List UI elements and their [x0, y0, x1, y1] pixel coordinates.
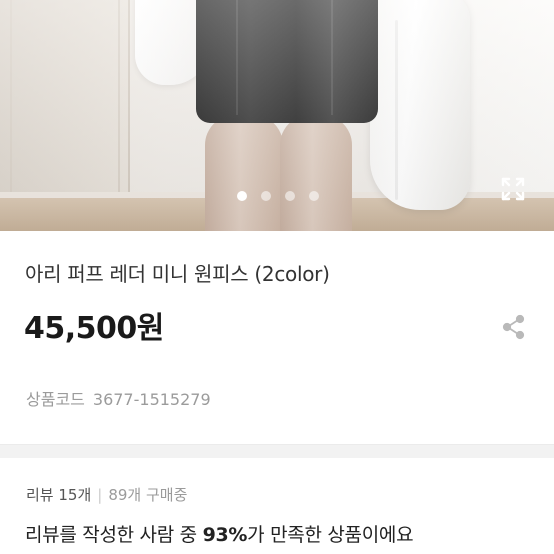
carousel-dots — [0, 191, 554, 203]
satisfaction-percent: 93% — [202, 524, 248, 546]
carousel-dot-1[interactable] — [237, 191, 247, 201]
carousel-dot-4[interactable] — [309, 191, 319, 201]
meta-separator: | — [97, 486, 103, 504]
review-count[interactable]: 리뷰 15개 — [26, 486, 91, 504]
product-price: 45,500원 — [24, 311, 164, 346]
share-icon[interactable] — [501, 314, 527, 340]
review-summary-suffix: 가 만족한 상품이에요 — [247, 524, 414, 546]
purchase-count: 89개 구매중 — [108, 486, 188, 504]
product-name: 아리 퍼프 레더 미니 원피스 (2color) — [25, 262, 330, 286]
review-summary-prefix: 리뷰를 작성한 사람 중 — [25, 524, 203, 546]
product-code-label: 상품코드 — [26, 390, 85, 409]
carousel-dot-3[interactable] — [285, 191, 295, 201]
carousel-dot-2[interactable] — [261, 191, 271, 201]
review-satisfaction-summary: 리뷰를 작성한 사람 중 93%가 만족한 상품이에요 — [25, 520, 414, 547]
section-divider — [0, 444, 554, 458]
product-code-value: 3677-1515279 — [92, 390, 211, 409]
review-meta[interactable]: 리뷰 15개 | 89개 구매중 — [26, 484, 187, 505]
expand-icon[interactable] — [500, 176, 526, 202]
product-code: 상품코드 3677-1515279 — [26, 386, 211, 410]
